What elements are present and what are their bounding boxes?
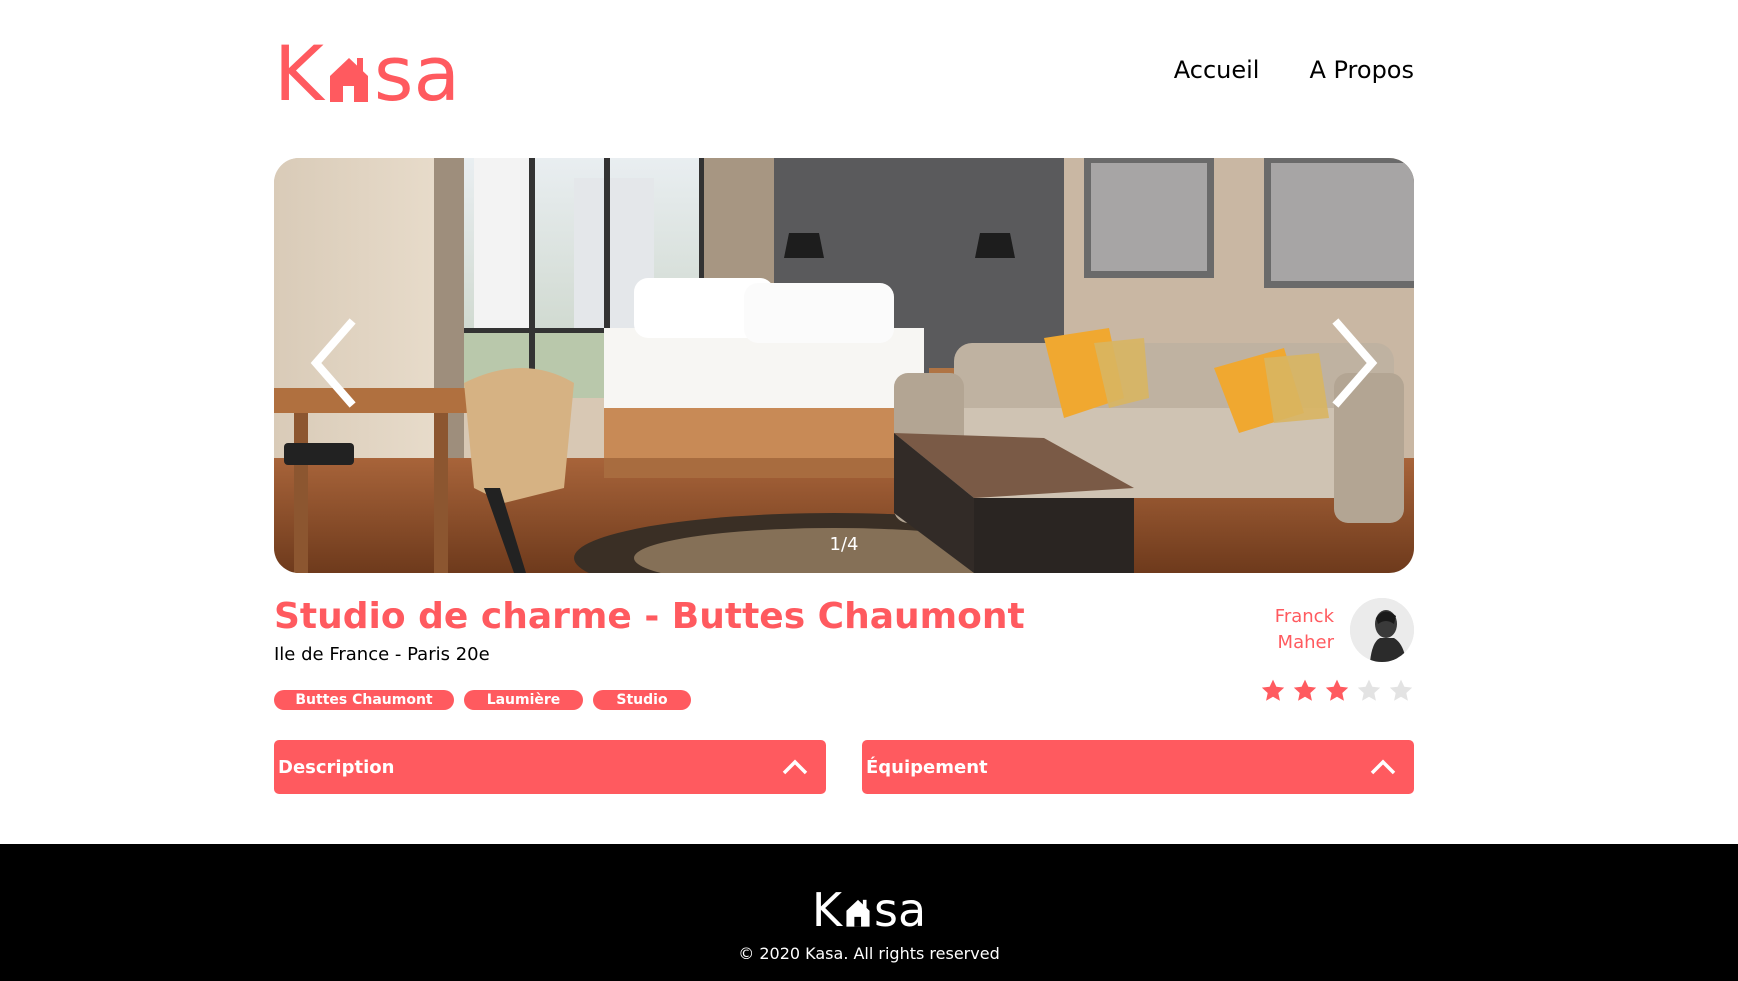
- footer-logo-letters-sa: sa: [874, 883, 927, 937]
- collapse-panels: Description Équipement: [274, 740, 1414, 794]
- logo-letter-k: K: [274, 29, 324, 118]
- description-label: Description: [278, 756, 395, 778]
- chevron-up-icon[interactable]: [782, 759, 808, 775]
- equipment-label: Équipement: [866, 756, 988, 778]
- host-name: Franck Maher: [1275, 604, 1334, 656]
- host-rating: [1260, 678, 1414, 704]
- host-avatar: [1350, 598, 1414, 662]
- host-last-name: Maher: [1277, 632, 1334, 653]
- tag-list: Buttes Chaumont Laumière Studio: [274, 690, 691, 710]
- slide-counter: 1/4: [829, 534, 859, 555]
- footer-logo: K sa: [0, 883, 1738, 937]
- chevron-up-icon[interactable]: [1370, 759, 1396, 775]
- tag-item: Laumière: [464, 690, 583, 710]
- host-first-name: Franck: [1274, 606, 1334, 627]
- nav-link-home[interactable]: Accueil: [1174, 56, 1260, 84]
- nav-link-about[interactable]: A Propos: [1309, 56, 1414, 84]
- house-icon: [846, 899, 870, 927]
- house-icon: [329, 58, 368, 102]
- star-icon: [1293, 679, 1317, 701]
- chevron-right-icon[interactable]: [1324, 318, 1384, 408]
- copyright-text: © 2020 Kasa. All rights reserved: [738, 944, 1000, 963]
- tag-item: Buttes Chaumont: [274, 690, 454, 710]
- chevron-left-icon[interactable]: [304, 318, 364, 408]
- listing-info: Studio de charme - Buttes Chaumont Ile d…: [274, 596, 1414, 716]
- star-icon: [1325, 679, 1349, 701]
- listing-location: Ile de France - Paris 20e: [274, 644, 490, 665]
- host-portrait-image: [1350, 598, 1414, 662]
- star-icon: [1357, 679, 1381, 701]
- photo-carousel: 1/4: [274, 158, 1414, 573]
- logo-letters-sa: sa: [373, 29, 461, 118]
- listing-title: Studio de charme - Buttes Chaumont: [274, 596, 1025, 637]
- main-nav: Accueil A Propos: [1174, 56, 1414, 84]
- tag-item: Studio: [593, 690, 691, 710]
- star-icon: [1389, 679, 1413, 701]
- footer-logo-letter-k: K: [811, 883, 842, 937]
- equipment-collapse[interactable]: Équipement: [862, 740, 1414, 794]
- star-icon: [1261, 679, 1285, 701]
- kasa-logo[interactable]: K sa: [274, 29, 461, 118]
- description-collapse[interactable]: Description: [274, 740, 826, 794]
- host-block: Franck Maher: [1275, 598, 1414, 662]
- site-header: K sa Accueil A Propos: [274, 29, 1414, 118]
- site-footer: K sa © 2020 Kasa. All rights reserved: [0, 844, 1738, 981]
- listing-photo: [274, 158, 1414, 573]
